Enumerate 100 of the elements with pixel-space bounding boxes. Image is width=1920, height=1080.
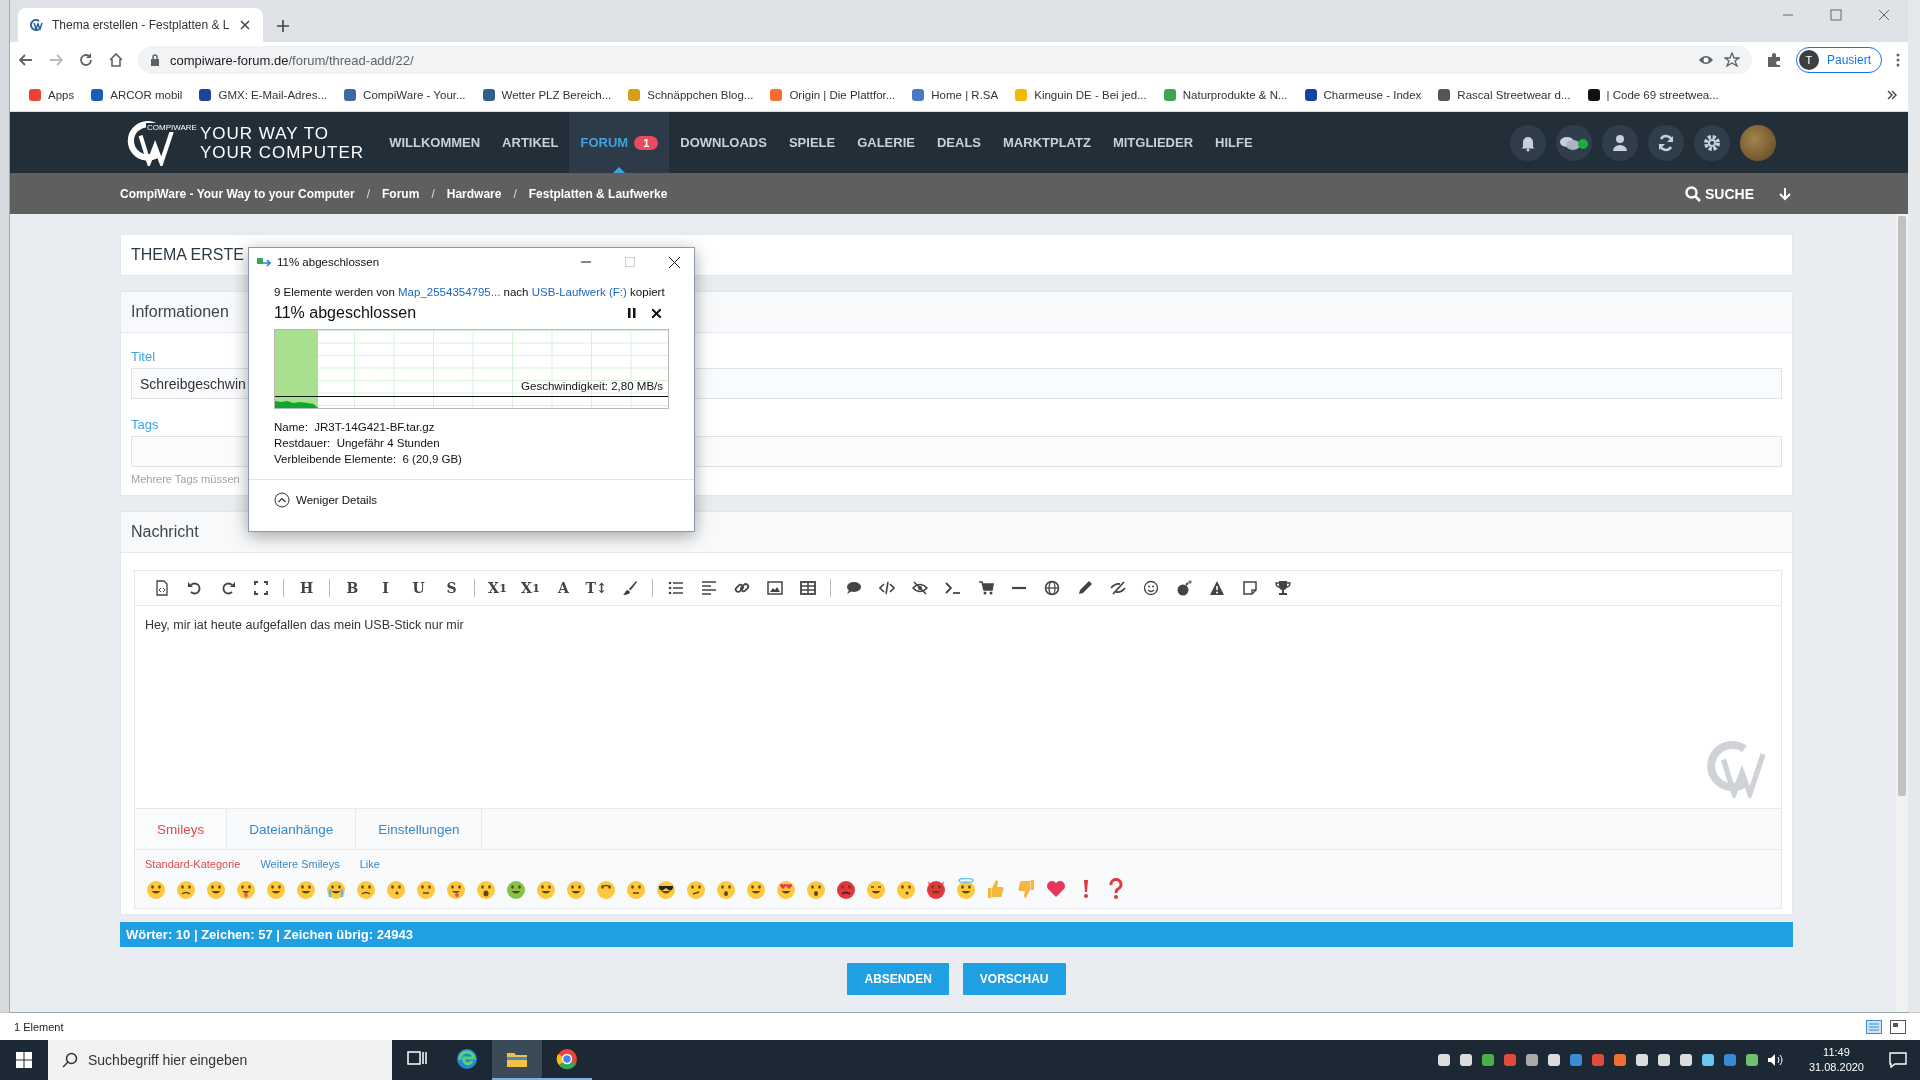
plus-icon[interactable] <box>275 18 292 34</box>
home-icon[interactable] <box>108 52 124 68</box>
bookmark[interactable]: Home | R.SA <box>903 87 1007 102</box>
avatar[interactable] <box>1740 124 1776 161</box>
format-button[interactable]: A <box>547 574 580 602</box>
speech-bubble-icon[interactable] <box>845 580 862 596</box>
smiley-icon[interactable] <box>295 878 317 900</box>
nav-item[interactable]: GALERIE <box>846 112 926 173</box>
star-icon[interactable] <box>1723 52 1740 68</box>
warning-icon[interactable] <box>1208 580 1225 596</box>
tray-icon[interactable] <box>1612 1053 1627 1067</box>
nav-item[interactable]: WILLKOMMEN <box>378 112 492 173</box>
smiley-icon[interactable] <box>445 878 467 900</box>
bookmark[interactable]: Rascal Streetwear d... <box>1429 87 1579 102</box>
bookmark[interactable]: Wetter PLZ Bereich... <box>473 87 620 102</box>
chat-button[interactable] <box>1556 124 1592 161</box>
smiley-icon[interactable] <box>655 878 677 900</box>
scrollbar[interactable] <box>1896 214 1908 1012</box>
close-icon[interactable] <box>669 256 680 268</box>
bookmark[interactable]: Naturprodukte & N... <box>1154 87 1296 102</box>
code-icon[interactable] <box>878 580 895 596</box>
format-button[interactable]: I <box>369 574 402 602</box>
smiley-icon[interactable] <box>745 878 767 900</box>
nav-item[interactable]: HILFE <box>1204 112 1264 173</box>
smiley-icon[interactable] <box>775 878 797 900</box>
tray-icon[interactable] <box>1480 1053 1495 1067</box>
editor-tab[interactable]: Dateianhänge <box>227 809 357 849</box>
pencil-icon[interactable] <box>1076 580 1093 596</box>
puzzle-icon[interactable] <box>1765 52 1782 68</box>
smiley-icon[interactable] <box>715 878 737 900</box>
smiley-icon[interactable] <box>325 878 347 900</box>
tray-icon[interactable] <box>1656 1053 1671 1067</box>
heart-icon[interactable] <box>1045 878 1067 900</box>
smiley-icon[interactable] <box>265 878 287 900</box>
smiley-icon[interactable] <box>175 878 197 900</box>
format-button[interactable]: S <box>435 574 468 602</box>
nav-item[interactable]: DOWNLOADS <box>669 112 778 173</box>
globe-icon[interactable] <box>1043 580 1060 596</box>
user-button[interactable] <box>1602 124 1638 161</box>
gear-button[interactable] <box>1694 124 1730 161</box>
list-icon[interactable] <box>667 580 684 596</box>
breadcrumb-link[interactable]: CompiWare - Your Way to your Computer <box>120 186 355 201</box>
fullscreen-icon[interactable] <box>252 580 269 596</box>
breadcrumb-link[interactable]: Hardware <box>446 186 502 201</box>
tray-icon[interactable] <box>1700 1053 1715 1067</box>
tiles-view-icon[interactable] <box>1890 1019 1906 1034</box>
tray-icon[interactable] <box>1678 1053 1693 1067</box>
back-icon[interactable] <box>18 52 34 68</box>
bomb-icon[interactable] <box>1175 580 1192 596</box>
details-toggle[interactable]: Weniger Details <box>249 479 694 520</box>
nav-item[interactable]: ARTIKEL <box>491 112 570 173</box>
details-view-icon[interactable] <box>1866 1019 1882 1034</box>
bell-button[interactable] <box>1510 124 1546 161</box>
format-button[interactable]: B <box>336 574 369 602</box>
smiley-icon[interactable] <box>805 878 827 900</box>
category-link[interactable]: Weitere Smileys <box>260 858 340 870</box>
nav-item[interactable]: MARKTPLATZ <box>992 112 1102 173</box>
bookmark[interactable]: | Code 69 streetwea... <box>1578 87 1727 102</box>
bookmark[interactable]: Schnäppchen Blog... <box>619 87 762 102</box>
smiley-icon[interactable] <box>535 878 557 900</box>
tray-icon[interactable] <box>1546 1053 1561 1067</box>
editor-tab[interactable]: Einstellungen <box>356 809 483 849</box>
bookmark[interactable]: Apps <box>20 87 83 102</box>
smiley-icon[interactable] <box>565 878 587 900</box>
cancel-icon[interactable] <box>652 308 661 318</box>
smiley-icon[interactable] <box>355 878 377 900</box>
smiley-icon[interactable] <box>475 878 497 900</box>
tray-icon[interactable] <box>1524 1053 1539 1067</box>
format-button[interactable]: T↕ <box>580 574 613 602</box>
breadcrumb-link[interactable]: Festplatten & Laufwerke <box>528 186 668 201</box>
nav-item[interactable]: MITGLIEDER <box>1101 112 1205 173</box>
undo-icon[interactable] <box>186 580 203 596</box>
smiley-icon[interactable] <box>145 878 167 900</box>
format-button[interactable]: H <box>290 574 323 602</box>
clock[interactable]: 11:49 31.08.2020 <box>1796 1040 1876 1080</box>
search-field[interactable]: Suchbegriff hier eingeben <box>48 1040 392 1080</box>
nav-item[interactable]: SPIELE <box>777 112 847 173</box>
reload-icon[interactable] <box>78 52 94 68</box>
bookmark[interactable]: Charmeuse - Index <box>1295 87 1430 102</box>
smiley-icon[interactable] <box>835 878 857 900</box>
menu-icon[interactable] <box>1896 52 1900 68</box>
bookmark[interactable]: ARCOR mobil <box>82 87 191 102</box>
tray-icon[interactable] <box>1744 1053 1759 1067</box>
smiley-icon[interactable] <box>865 878 887 900</box>
link-icon[interactable] <box>733 580 750 596</box>
address-bar[interactable]: compiware-forum.de/forum/thread-add/22/ <box>138 46 1752 74</box>
smiley-icon[interactable] <box>1142 580 1159 596</box>
smiley-icon[interactable] <box>925 878 947 900</box>
note-icon[interactable] <box>1241 580 1258 596</box>
tray-icon[interactable] <box>1436 1053 1451 1067</box>
bookmark[interactable]: Origin | Die Plattfor... <box>761 87 904 102</box>
terminal-icon[interactable] <box>944 580 961 596</box>
nav-item[interactable]: DEALS <box>925 112 993 173</box>
smiley-icon[interactable] <box>955 878 977 900</box>
smiley-icon[interactable] <box>205 878 227 900</box>
bookmark[interactable]: GMX: E-Mail-Adres... <box>190 87 336 102</box>
image-icon[interactable] <box>766 580 783 596</box>
speaker-icon[interactable] <box>1766 1053 1783 1067</box>
browser-tab[interactable]: Thema erstellen - Festplatten & L <box>18 8 264 42</box>
bookmark[interactable]: Kinguin DE - Bei jed... <box>1006 87 1155 102</box>
